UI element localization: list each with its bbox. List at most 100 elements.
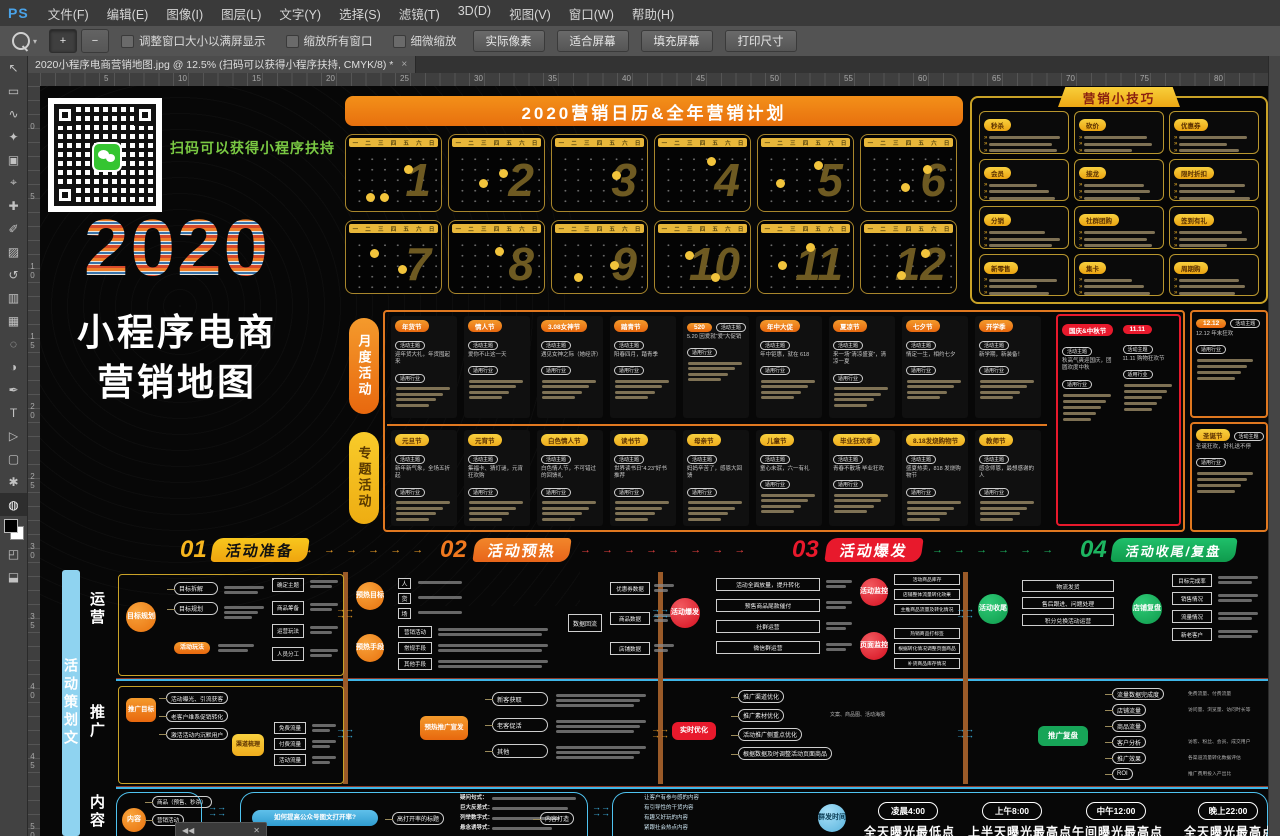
flow-leaf: 目标规划: [174, 602, 218, 615]
menu-item-0[interactable]: 文件(F): [39, 4, 98, 23]
menu-item-2[interactable]: 图像(I): [157, 4, 212, 23]
zoom-tool[interactable]: ◍: [0, 493, 27, 516]
weekday: 五: [712, 225, 718, 233]
tip-bullet: »: [984, 142, 1064, 146]
weekday: 四: [803, 225, 809, 233]
weekday: 二: [777, 225, 783, 233]
clone-stamp-tool[interactable]: ▨: [0, 240, 27, 263]
calendar-weekday-row: 一二三四五六日: [761, 138, 850, 147]
gradient-tool[interactable]: ▦: [0, 309, 27, 332]
tip-card-label: 分销: [984, 214, 1011, 226]
chevron-down-icon[interactable]: ▾: [33, 37, 37, 46]
pen-tool[interactable]: ✒: [0, 378, 27, 401]
tip-bullet: »: [984, 231, 1064, 235]
hand-tool[interactable]: ✱: [0, 470, 27, 493]
bullet-icon: »: [1174, 291, 1177, 295]
brush-tool[interactable]: ✐: [0, 217, 27, 240]
flow-box: 活动全面放量，提升转化: [716, 578, 820, 591]
theme-tag: 活动主题: [468, 341, 498, 350]
ruler-tick: 15: [252, 74, 261, 83]
flow-box: 流量情况: [1172, 610, 1212, 623]
node-promo-review: 推广复盘: [1038, 726, 1088, 746]
option-button-3[interactable]: 打印尺寸: [725, 30, 797, 52]
industry-tag: 适用行业: [906, 488, 936, 497]
weekday: 六: [416, 225, 422, 233]
screen-mode-icon[interactable]: ⬓: [0, 565, 27, 588]
foreground-color-swatch[interactable]: [4, 519, 18, 533]
healing-brush-tool[interactable]: ✚: [0, 194, 27, 217]
note-text: 免费流量、付费流量: [1188, 691, 1231, 698]
option-button-0[interactable]: 实际像素: [473, 30, 545, 52]
menu-item-9[interactable]: 窗口(W): [560, 4, 623, 23]
calendar-weekday-row: 一二三四五六日: [349, 138, 438, 147]
menu-item-3[interactable]: 图层(L): [212, 4, 270, 23]
type-tool[interactable]: T: [0, 401, 27, 424]
magic-wand-tool[interactable]: ✦: [0, 125, 27, 148]
flow-box: 付费流量: [274, 738, 306, 750]
color-swatches[interactable]: [0, 516, 27, 542]
bullet-icon: »: [1079, 278, 1082, 282]
weekday: 三: [584, 139, 590, 147]
menu-item-6[interactable]: 滤镜(T): [390, 4, 449, 23]
document-tab[interactable]: 2020小程序电商营销地图.jpg @ 12.5% (扫码可以获得小程序扶持, …: [27, 56, 416, 73]
ruler-tick: 20: [28, 402, 37, 420]
marquee-tool[interactable]: ▭: [0, 79, 27, 102]
crop-tool[interactable]: ▣: [0, 148, 27, 171]
calendar-month-5: 一二三四五六日5: [757, 134, 854, 212]
lasso-tool[interactable]: ∿: [0, 102, 27, 125]
document-canvas[interactable]: 扫码可以获得小程序扶持 2020 小程序电商 营销地图 2020营销日历&全年营…: [40, 86, 1268, 836]
industry-tag: 适用行业: [541, 488, 571, 497]
zoom-in-button[interactable]: +: [49, 29, 77, 53]
option-checkbox-1[interactable]: 缩放所有窗口: [286, 33, 373, 49]
option-checkbox-0[interactable]: 调整窗口大小以满屏显示: [121, 33, 266, 49]
activity-title: 年中大促: [760, 320, 800, 332]
industry-tag: 适用行业: [833, 374, 863, 383]
menu-item-10[interactable]: 帮助(H): [623, 4, 683, 23]
monthly-card-7: 七夕节活动主题情定一生，相约七夕适用行业: [902, 316, 968, 418]
eyedropper-tool[interactable]: ⌖: [0, 171, 27, 194]
flow-box: 新老客户: [1172, 628, 1212, 641]
theme-tag: 活动主题: [760, 455, 790, 464]
shape-tool[interactable]: ▢: [0, 447, 27, 470]
option-button-1[interactable]: 适合屏幕: [557, 30, 629, 52]
calendar-weekday-row: 一二三四五六日: [658, 224, 747, 233]
flow-box: 其他手段: [398, 658, 432, 670]
option-checkbox-2[interactable]: 细微缩放: [393, 33, 457, 49]
zoom-tool-icon[interactable]: [12, 32, 30, 50]
collapse-icon[interactable]: ◀◀: [182, 826, 194, 835]
tip-card-label: 接龙: [1079, 167, 1106, 179]
quick-mask-icon[interactable]: ◰: [0, 542, 27, 565]
history-brush-tool[interactable]: ↺: [0, 263, 27, 286]
weekday: 六: [622, 139, 628, 147]
weekday: 三: [790, 225, 796, 233]
blur-tool[interactable]: ◌: [0, 332, 27, 355]
menu-item-1[interactable]: 编辑(E): [98, 4, 158, 23]
tip-card-9: 新零售»»»: [979, 254, 1069, 297]
menu-item-4[interactable]: 文字(Y): [270, 4, 330, 23]
menu-item-7[interactable]: 3D(D): [449, 4, 500, 23]
special-card-7: 8.18发烧购物节活动主题盛夏热卖，818 发烧购物节适用行业: [902, 430, 968, 526]
weekday: 一: [662, 225, 668, 233]
close-icon[interactable]: ×: [401, 59, 407, 70]
move-tool[interactable]: ↖: [0, 56, 27, 79]
path-select-tool[interactable]: ▷: [0, 424, 27, 447]
option-button-2[interactable]: 填充屏幕: [641, 30, 713, 52]
monthly-activities-label: 月度活动: [349, 318, 379, 414]
dodge-tool[interactable]: ◑: [0, 355, 27, 378]
row-separator: [116, 678, 1268, 681]
row-label-1: 推广: [86, 704, 107, 740]
calendar-month-6: 一二三四五六日6: [860, 134, 957, 212]
calendar-month-number: 7: [405, 235, 431, 293]
close-icon[interactable]: ✕: [253, 826, 260, 835]
weekday: 四: [391, 139, 397, 147]
flow-leaf: 老客户维系促销转化: [166, 710, 228, 722]
menu-item-8[interactable]: 视图(V): [500, 4, 560, 23]
weekday: 三: [481, 225, 487, 233]
headline-type: 巨大反差式：: [460, 804, 493, 812]
document-tab-title: 2020小程序电商营销地图.jpg @ 12.5% (扫码可以获得小程序扶持, …: [35, 57, 393, 72]
menu-item-5[interactable]: 选择(S): [330, 4, 390, 23]
ruler-top: 5101520253035404550556065707580: [40, 73, 1280, 87]
tip-card-3: 会员»»»: [979, 159, 1069, 202]
eraser-tool[interactable]: ▥: [0, 286, 27, 309]
zoom-out-button[interactable]: −: [81, 29, 109, 53]
